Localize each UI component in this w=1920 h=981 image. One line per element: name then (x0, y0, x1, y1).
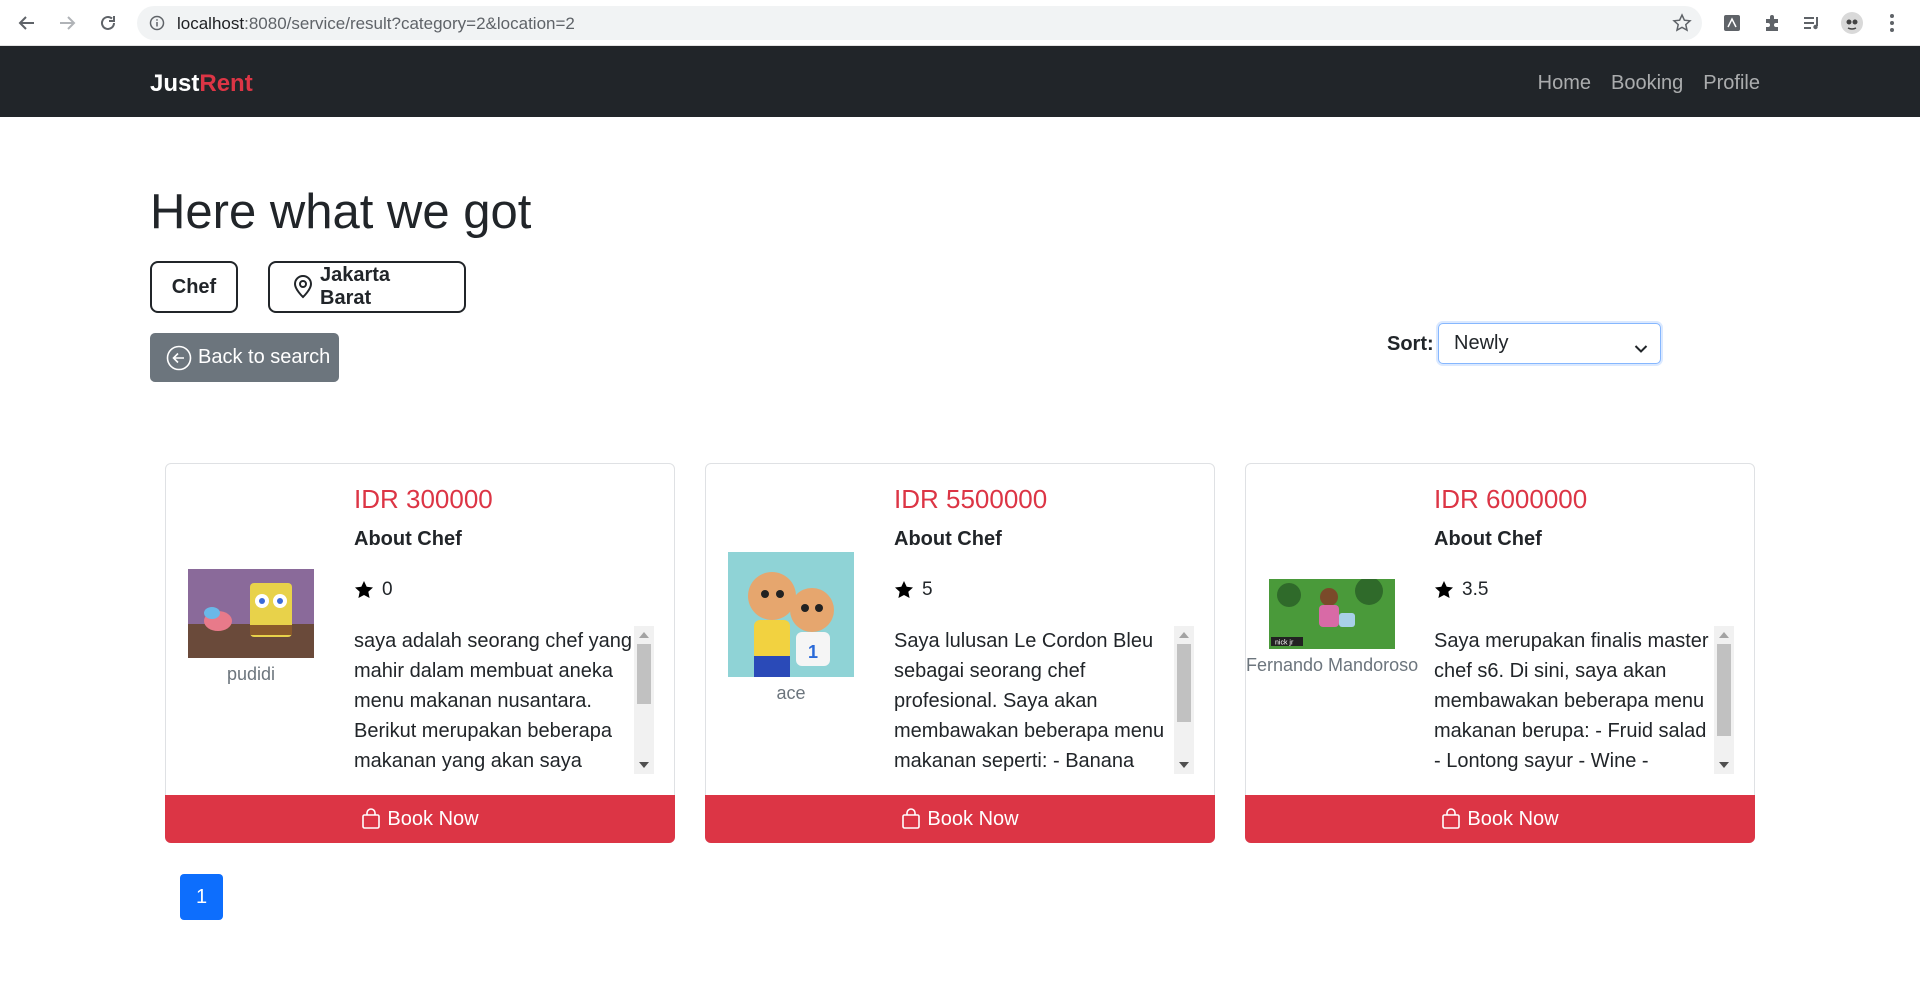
chef-description-box[interactable]: Saya merupakan finalis master chef s6. D… (1434, 626, 1734, 774)
brand-just: Just (150, 70, 200, 97)
chef-name: Fernando Mandoroso (1246, 655, 1419, 675)
nav-home-link[interactable]: Home (1538, 72, 1591, 95)
scroll-up-arrow[interactable] (1719, 632, 1729, 638)
url-text[interactable]: localhost:8080/service/result?category=2… (177, 14, 575, 34)
site-navbar: JustRent Home Booking Profile (0, 46, 1920, 117)
chevron-down-icon (1634, 337, 1648, 360)
browser-menu-icon[interactable] (1880, 11, 1904, 35)
book-now-label: Book Now (927, 807, 1019, 830)
shopping-bag-icon (1442, 808, 1461, 829)
chef-card: 1 ace IDR 5500000 About Chef 5 Saya lulu… (705, 463, 1215, 843)
scroll-down-arrow[interactable] (639, 762, 649, 768)
chef-avatar-image: 1 (728, 552, 854, 677)
chef-description-box[interactable]: Saya lulusan Le Cordon Bleu sebagai seor… (894, 626, 1194, 774)
star-icon (895, 581, 913, 598)
chef-rating: 5 (894, 579, 933, 601)
location-filter-label: Jakarta Barat (320, 264, 391, 309)
back-to-search-button[interactable]: Back to search (150, 333, 339, 382)
description-scrollbar[interactable] (634, 626, 654, 774)
book-now-label: Book Now (387, 807, 479, 830)
pdf-extension-icon[interactable] (1720, 11, 1744, 35)
svg-text:nick jr: nick jr (1275, 640, 1294, 647)
browser-toolbar: localhost:8080/service/result?category=2… (0, 0, 1920, 46)
brand-rent: Rent (199, 70, 253, 97)
scroll-down-arrow[interactable] (1179, 762, 1189, 768)
chef-rating-value: 0 (382, 579, 393, 600)
book-now-label: Book Now (1467, 807, 1559, 830)
forward-arrow-icon[interactable] (55, 12, 79, 34)
book-now-button[interactable]: Book Now (1245, 795, 1755, 843)
scroll-thumb[interactable] (1177, 644, 1191, 722)
sort-selected-value: Newly (1454, 332, 1509, 354)
chef-profile: nick jr Fernando Mandoroso (1246, 579, 1418, 676)
chef-name: ace (776, 683, 806, 703)
scroll-down-arrow[interactable] (1719, 762, 1729, 768)
scroll-thumb[interactable] (1717, 644, 1731, 736)
chef-description-box[interactable]: saya adalah seorang chef yang mahir dala… (354, 626, 654, 774)
chef-price: IDR 5500000 (894, 484, 1048, 514)
star-icon (1435, 581, 1453, 598)
chef-price: IDR 6000000 (1434, 484, 1588, 514)
profile-avatar-icon[interactable] (1840, 11, 1864, 35)
nav-booking-link[interactable]: Booking (1611, 72, 1683, 95)
chef-rating-value: 3.5 (1462, 579, 1489, 600)
scroll-thumb[interactable] (637, 644, 651, 704)
chef-rating: 3.5 (1434, 579, 1488, 601)
nav-profile-link[interactable]: Profile (1703, 72, 1760, 95)
page-title: Here what we got (150, 185, 532, 239)
site-info-icon[interactable] (149, 15, 165, 31)
reload-icon[interactable] (96, 12, 120, 34)
chef-avatar-image: nick jr (1269, 579, 1395, 649)
sort-select[interactable]: Newly (1438, 323, 1661, 364)
extensions-puzzle-icon[interactable] (1760, 11, 1784, 35)
sort-label: Sort: (1387, 333, 1434, 355)
about-chef-heading: About Chef (354, 528, 462, 550)
chef-description: Saya merupakan finalis master chef s6. D… (1434, 630, 1709, 772)
description-scrollbar[interactable] (1714, 626, 1734, 774)
chef-card: pudidi IDR 300000 About Chef 0 saya adal… (165, 463, 675, 843)
chef-rating-value: 5 (922, 579, 933, 600)
category-filter-label: Chef (171, 275, 217, 298)
chef-price: IDR 300000 (354, 484, 493, 514)
chef-description: saya adalah seorang chef yang mahir dala… (354, 630, 632, 772)
brand-logo[interactable]: JustRent (150, 70, 253, 98)
chef-name: pudidi (226, 664, 276, 684)
about-chef-heading: About Chef (1434, 528, 1542, 550)
pagination-page-1[interactable]: 1 (180, 874, 223, 920)
chef-profile: 1 ace (706, 552, 876, 704)
scroll-up-arrow[interactable] (639, 632, 649, 638)
chef-card: nick jr Fernando Mandoroso IDR 6000000 A… (1245, 463, 1755, 843)
chef-avatar-image (188, 569, 314, 658)
svg-text:1: 1 (808, 642, 818, 662)
description-scrollbar[interactable] (1174, 626, 1194, 774)
url-path: :8080/service/result?category=2&location… (244, 14, 575, 33)
star-icon (355, 581, 373, 598)
media-queue-icon[interactable] (1800, 11, 1824, 35)
book-now-button[interactable]: Book Now (705, 795, 1215, 843)
category-filter-chip[interactable]: Chef (150, 261, 238, 313)
book-now-button[interactable]: Book Now (165, 795, 675, 843)
shopping-bag-icon (362, 808, 381, 829)
location-filter-chip[interactable]: Jakarta Barat (268, 261, 466, 313)
bookmark-star-icon[interactable] (1672, 13, 1692, 33)
chef-rating: 0 (354, 579, 393, 601)
url-host: localhost (177, 14, 245, 33)
about-chef-heading: About Chef (894, 528, 1002, 550)
scroll-up-arrow[interactable] (1179, 632, 1189, 638)
arrow-left-circle-icon (166, 345, 192, 371)
back-to-search-label: Back to search (198, 346, 331, 368)
back-arrow-icon[interactable] (15, 12, 39, 34)
shopping-bag-icon (902, 808, 921, 829)
chef-description: Saya lulusan Le Cordon Bleu sebagai seor… (894, 630, 1165, 772)
nav-links: Home Booking Profile (1538, 72, 1760, 95)
address-bar[interactable]: localhost:8080/service/result?category=2… (137, 6, 1702, 40)
chef-profile: pudidi (166, 569, 336, 685)
map-pin-icon (292, 275, 314, 299)
